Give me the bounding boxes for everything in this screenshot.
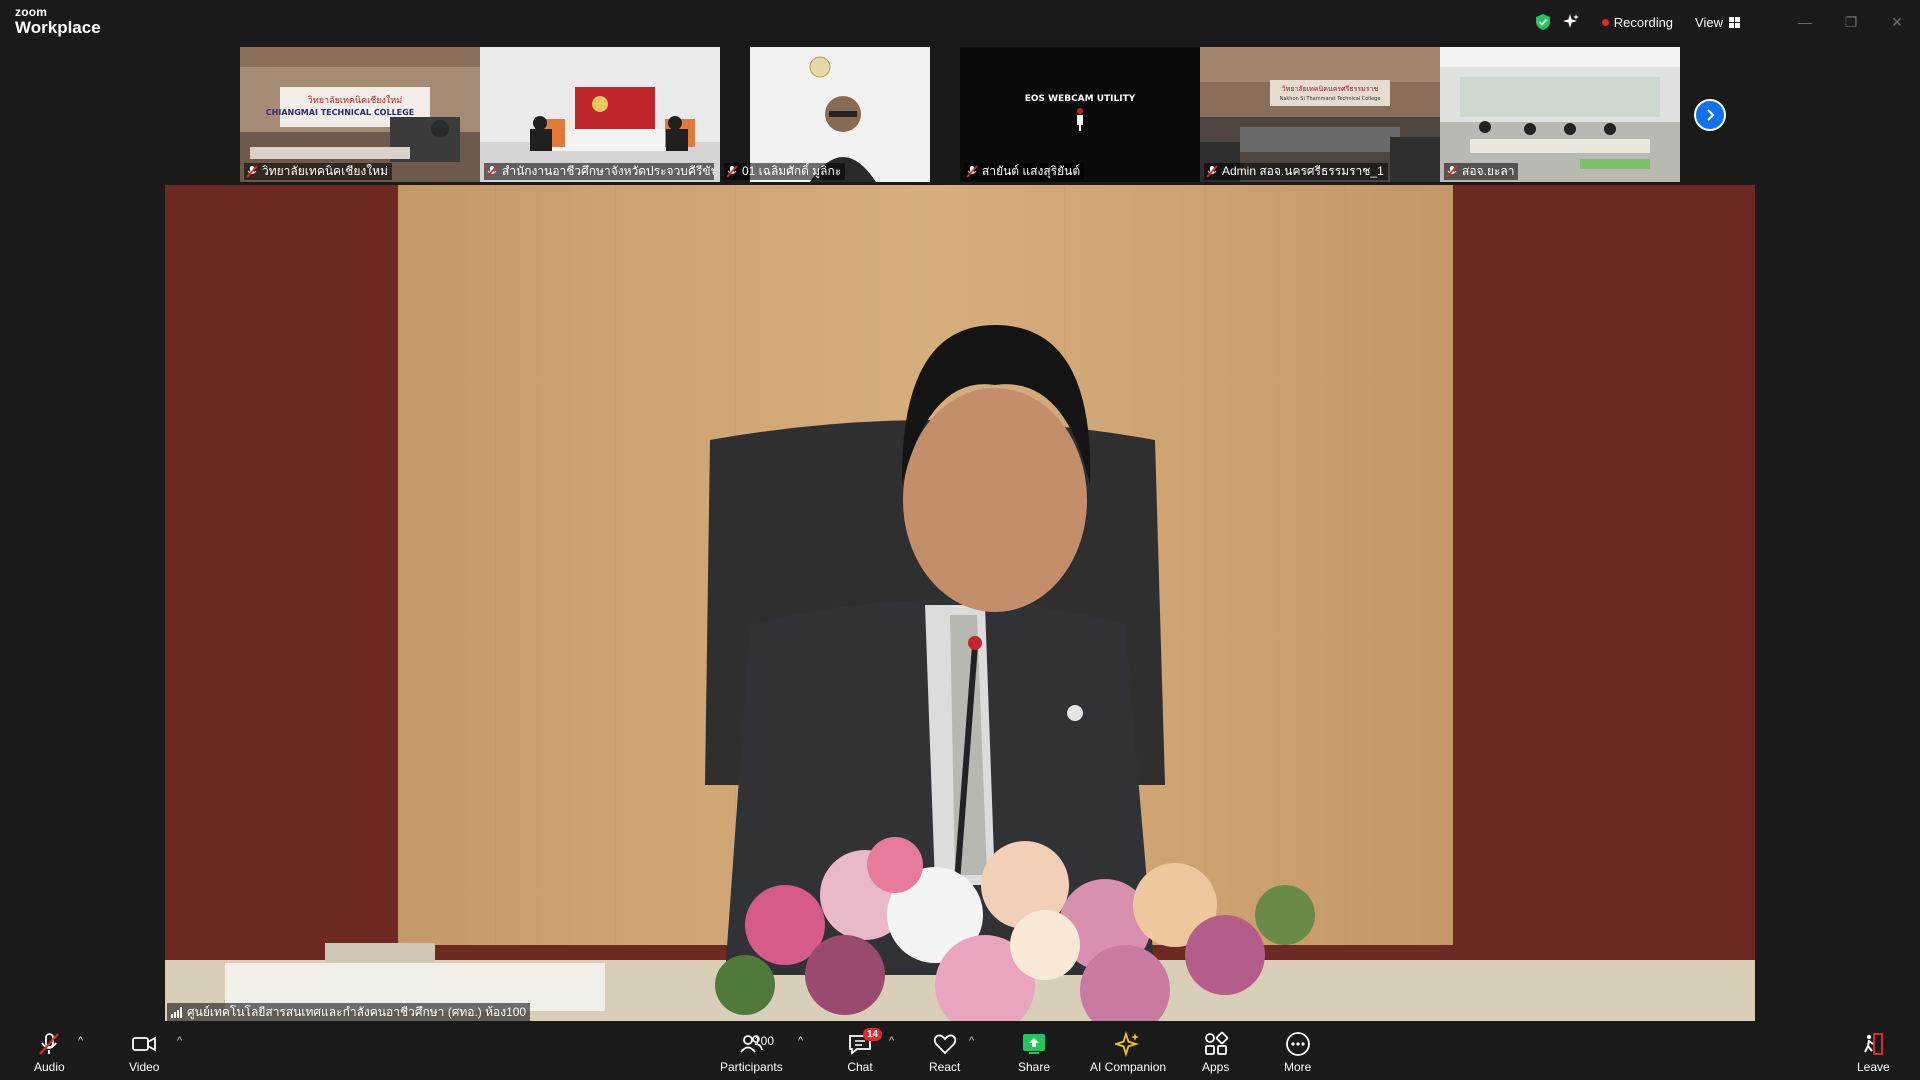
view-label: View	[1695, 14, 1723, 30]
chat-options-caret-icon[interactable]: ^	[889, 1035, 894, 1047]
audio-options-caret-icon[interactable]: ^	[78, 1035, 83, 1047]
participant-name: สอจ.ยะลา	[1462, 164, 1515, 178]
video-options-caret-icon[interactable]: ^	[177, 1035, 182, 1047]
recording-dot-icon	[1601, 18, 1609, 26]
participant-tile[interactable]: วิทยาลัยเทคนิคเชียงใหม่ CHIANGMAI TECHNI…	[240, 47, 480, 182]
mic-muted-icon	[726, 165, 738, 178]
participant-name-tag: สำนักงานอาชีวศึกษาจังหวัดประจวบคีรีขันธ์	[484, 163, 715, 180]
video-feed: วิทยาลัยเทคนิคนครศรีธรรมราช Nakhon Si Th…	[1200, 47, 1440, 182]
leave-button[interactable]: Leave	[1857, 1031, 1890, 1074]
video-feed	[1440, 47, 1680, 182]
mic-muted-icon	[246, 165, 258, 178]
chevron-right-icon	[1707, 109, 1715, 121]
view-button[interactable]: View	[1695, 15, 1740, 30]
title-bar: zoom Workplace Recording View — ❐ ✕	[0, 0, 1920, 44]
scene-text: EOS WEBCAM UTILITY	[1025, 94, 1136, 104]
ai-sparkle-icon	[1115, 1031, 1140, 1057]
video-feed: EOS WEBCAM UTILITY	[960, 47, 1200, 182]
participant-tile[interactable]: วิทยาลัยเทคนิคนครศรีธรรมราช Nakhon Si Th…	[1200, 47, 1440, 182]
participant-name: วิทยาลัยเทคนิคเชียงใหม่	[262, 164, 388, 178]
ai-sparkle-icon[interactable]	[1562, 13, 1580, 31]
video-feed	[480, 47, 720, 182]
brand-name: Workplace	[15, 18, 101, 37]
participant-name-tag: Admin สอจ.นครศรีธรรมราช_1	[1204, 163, 1388, 180]
participant-tile[interactable]: สอจ.ยะลา	[1440, 47, 1680, 182]
participant-tile[interactable]: 01 เฉลิมศักดิ์ มูลิกะ	[720, 47, 960, 182]
participant-name: Admin สอจ.นครศรีธรรมราช_1	[1222, 164, 1384, 178]
recording-label: Recording	[1613, 14, 1674, 30]
maximize-icon[interactable]: ❐	[1828, 14, 1874, 31]
ai-companion-button[interactable]: AI Companion	[1090, 1031, 1166, 1074]
more-dots-icon	[1285, 1032, 1310, 1056]
brand-small: zoom	[15, 5, 48, 19]
leave-label: Leave	[1857, 1060, 1890, 1074]
minimize-icon[interactable]: —	[1782, 14, 1828, 30]
heart-icon	[933, 1034, 956, 1055]
grid-icon	[1729, 16, 1740, 28]
participant-tile[interactable]: EOS WEBCAM UTILITY สายันต์ แสงสุริยันต์	[960, 47, 1200, 182]
mic-muted-icon	[1206, 165, 1218, 178]
share-button[interactable]: Share	[1018, 1031, 1050, 1074]
participants-button[interactable]: 100 Participants	[720, 1031, 783, 1074]
participant-name-tag: วิทยาลัยเทคนิคเชียงใหม่	[244, 163, 392, 180]
participant-name: 01 เฉลิมศักดิ์ มูลิกะ	[742, 164, 842, 178]
scene-text-thai: วิทยาลัยเทคนิคนครศรีธรรมราช	[1282, 85, 1379, 93]
react-button[interactable]: React	[929, 1031, 960, 1074]
more-label: More	[1284, 1060, 1312, 1074]
more-button[interactable]: More	[1284, 1031, 1311, 1074]
active-speaker-video[interactable]	[165, 185, 1755, 1021]
active-speaker-name-tag: ศูนย์เทคโนโลยีสารสนเทศและกำลังคนอาชีวศึก…	[167, 1003, 531, 1021]
scene-text-en: Nakhon Si Thammarat Technical College	[1280, 96, 1381, 102]
participant-name-tag: 01 เฉลิมศักดิ์ มูลิกะ	[724, 163, 846, 180]
video-feed	[720, 47, 960, 182]
apps-icon	[1204, 1031, 1228, 1055]
active-speaker-name: ศูนย์เทคโนโลยีสารสนเทศและกำลังคนอาชีวศึก…	[187, 1004, 527, 1019]
react-label: React	[929, 1060, 961, 1074]
next-page-button[interactable]	[1694, 99, 1726, 131]
participant-name-tag: สอจ.ยะลา	[1444, 163, 1519, 180]
video-button[interactable]: Video	[129, 1031, 159, 1074]
share-screen-icon	[1023, 1034, 1046, 1054]
zoom-logo: zoom Workplace	[15, 6, 101, 36]
react-options-caret-icon[interactable]: ^	[969, 1035, 974, 1047]
participants-count: 100	[754, 1034, 775, 1048]
close-icon[interactable]: ✕	[1874, 14, 1920, 31]
scene-text-en: CHIANGMAI TECHNICAL COLLEGE	[266, 108, 414, 117]
recording-indicator[interactable]: Recording	[1601, 14, 1674, 30]
video-label: Video	[129, 1060, 160, 1074]
speaker-video-feed	[165, 185, 1755, 1021]
participant-name: สายันต์ แสงสุริยันต์	[982, 164, 1081, 178]
video-camera-icon	[132, 1036, 157, 1052]
share-label: Share	[1018, 1060, 1051, 1074]
signal-bars-icon	[171, 1006, 182, 1018]
apps-label: Apps	[1202, 1060, 1230, 1074]
mic-muted-icon	[1446, 165, 1458, 178]
leave-door-icon	[1864, 1033, 1884, 1055]
shield-icon[interactable]	[1534, 13, 1552, 31]
mic-muted-icon	[966, 165, 978, 178]
ai-companion-label: AI Companion	[1090, 1060, 1167, 1074]
chat-label: Chat	[847, 1060, 873, 1074]
mic-muted-icon	[486, 165, 498, 178]
apps-button[interactable]: Apps	[1202, 1031, 1229, 1074]
participant-name: สำนักงานอาชีวศึกษาจังหวัดประจวบคีรีขันธ์	[502, 164, 715, 178]
audio-label: Audio	[34, 1060, 65, 1074]
meeting-toolbar: Audio ^ Video ^ 100 Participants ^ 14 Ch…	[0, 1021, 1920, 1080]
participant-tile[interactable]: สำนักงานอาชีวศึกษาจังหวัดประจวบคีรีขันธ์	[480, 47, 720, 182]
participants-label: Participants	[720, 1060, 783, 1074]
participant-name-tag: สายันต์ แสงสุริยันต์	[964, 163, 1085, 180]
video-feed: วิทยาลัยเทคนิคเชียงใหม่ CHIANGMAI TECHNI…	[240, 47, 480, 182]
chat-button[interactable]: 14 Chat	[847, 1028, 883, 1074]
chat-unread-badge: 14	[863, 1028, 883, 1041]
scene-text-thai: วิทยาลัยเทคนิคเชียงใหม่	[308, 95, 402, 106]
participants-options-caret-icon[interactable]: ^	[798, 1035, 803, 1047]
mic-muted-icon	[39, 1033, 60, 1055]
audio-button[interactable]: Audio	[34, 1031, 65, 1074]
